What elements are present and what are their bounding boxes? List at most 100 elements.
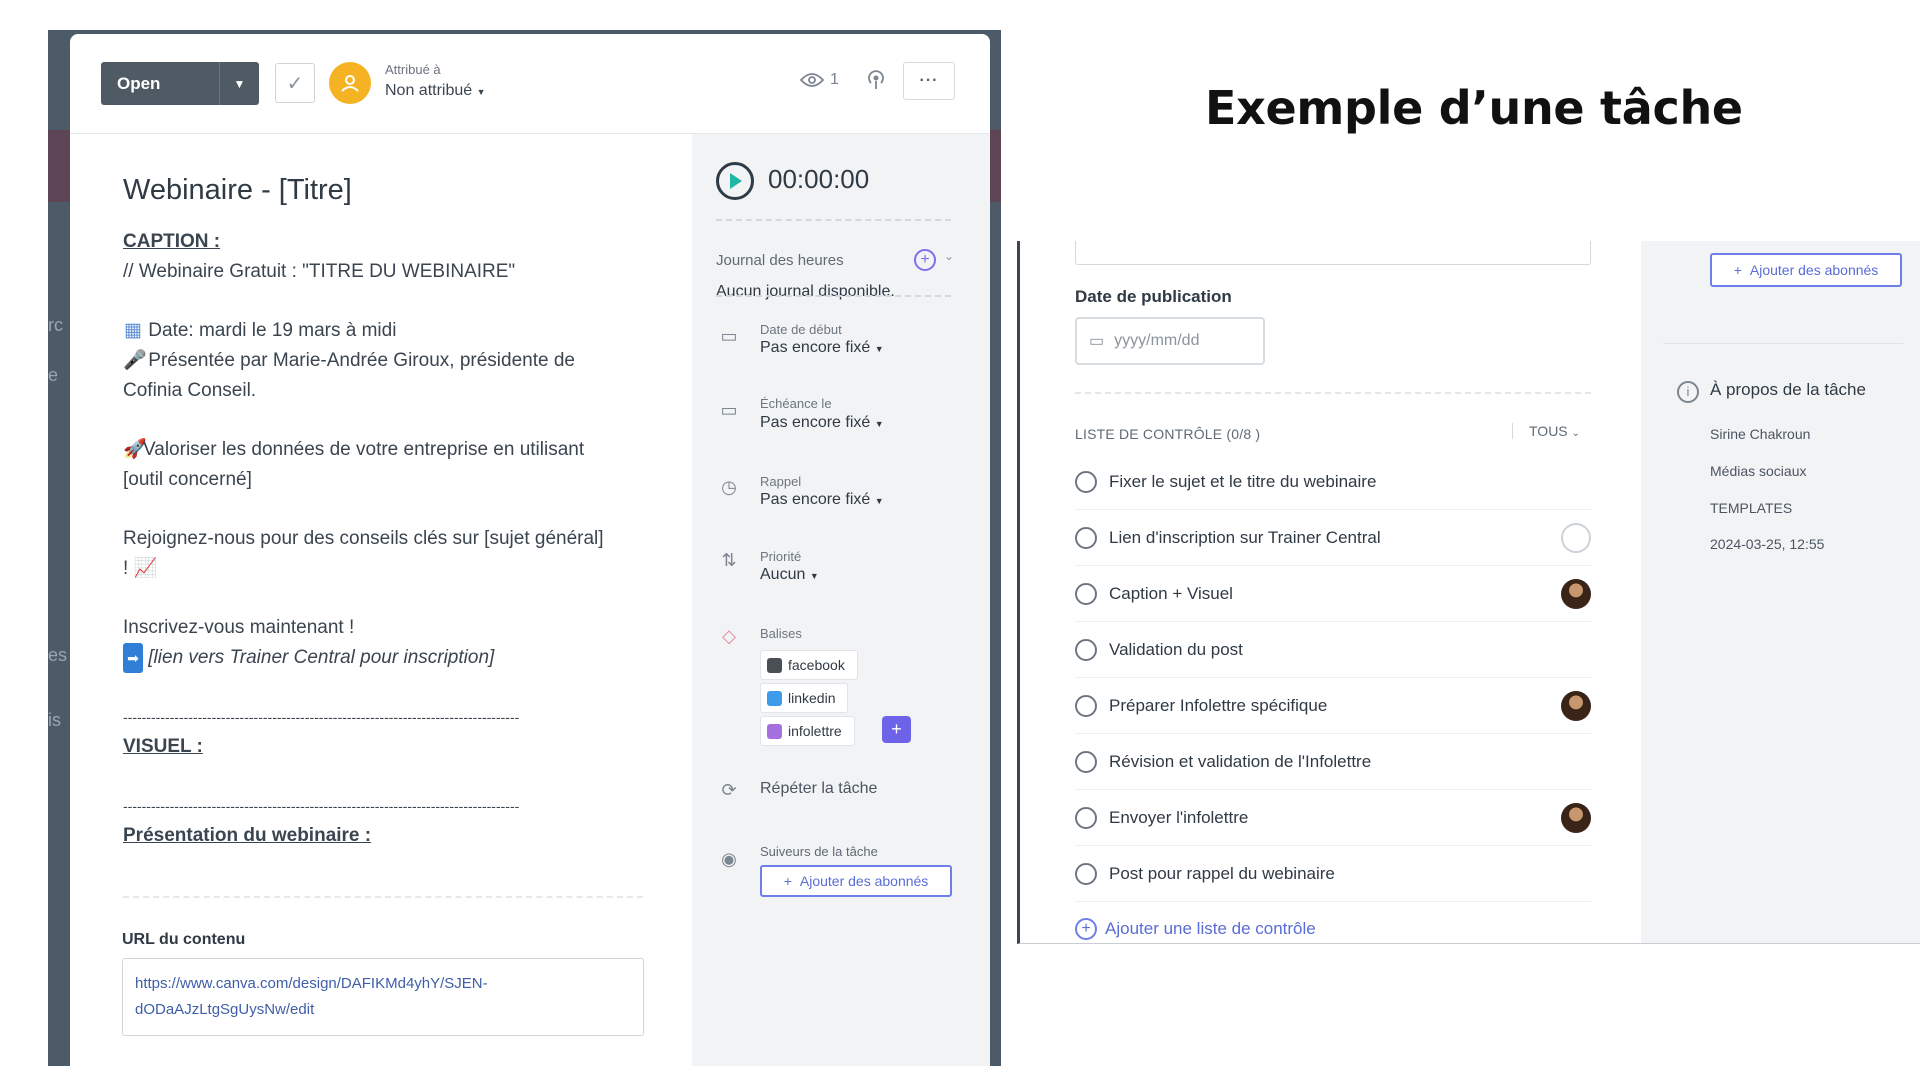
task-project: Médias sociaux	[1710, 463, 1807, 479]
add-tag-button[interactable]: +	[882, 716, 911, 743]
calendar-icon: ▭	[720, 400, 738, 420]
more-options-button[interactable]: ···	[903, 62, 955, 100]
unassigned-avatar[interactable]	[1561, 522, 1591, 553]
assignee-avatar[interactable]	[1561, 802, 1591, 833]
status-label: Open	[117, 73, 161, 93]
checklist-checkbox[interactable]	[1075, 470, 1097, 493]
checklist-checkbox[interactable]	[1075, 862, 1097, 885]
tag-color	[767, 690, 782, 706]
repeat-task-button[interactable]: Répéter la tâche	[760, 780, 877, 798]
content-url-text: https://www.canva.com/design/DAFIKMd4yhY…	[135, 975, 488, 992]
add-time-log-icon[interactable]: +	[914, 249, 936, 271]
checklist-checkbox[interactable]	[1075, 526, 1097, 549]
task-list: TEMPLATES	[1710, 500, 1793, 516]
checklist-item[interactable]: Caption + Visuel	[1075, 566, 1591, 622]
content-url-text: dODaAJzLtgSgUysNw/edit	[135, 1001, 315, 1018]
checklist-checkbox[interactable]	[1075, 638, 1097, 661]
tags-label: Balises	[760, 626, 802, 641]
checklist-header: LISTE DE CONTRÔLE (0/8 )	[1075, 426, 1261, 442]
task-created-date: 2024-03-25, 12:55	[1710, 536, 1825, 552]
chart-emoji-icon: 📈	[133, 558, 158, 579]
divider	[123, 896, 643, 898]
due-date-label: Échéance le	[760, 396, 832, 411]
task-owner: Sirine Chakroun	[1710, 426, 1811, 442]
task-detail-screenshot: rc e es is Open ▼ ✓ Attribué à Non attri…	[48, 30, 1001, 1066]
add-followers-button[interactable]: + Ajouter des abonnés	[1710, 253, 1902, 287]
checklist-item[interactable]: Préparer Infolettre spécifique	[1075, 678, 1591, 734]
ellipsis-icon: ···	[919, 72, 939, 89]
start-date-dropdown[interactable]: Pas encore fixé ▼	[760, 339, 884, 357]
watcher-count: 1	[830, 71, 839, 88]
caret-down-icon: ▼	[809, 571, 819, 581]
separator-line: ----------------------------------------…	[123, 798, 520, 814]
assignee-dropdown[interactable]: Non attribué ▼	[385, 82, 486, 100]
join-line: Rejoignez-nous pour des conseils clés su…	[123, 528, 604, 549]
task-side-panel: 00:00:00 Journal des heures + ⌄ Aucun jo…	[692, 134, 990, 1066]
checklist-checkbox[interactable]	[1075, 750, 1097, 773]
checklist-checkbox[interactable]	[1075, 806, 1097, 829]
repeat-icon: ⟳	[721, 780, 737, 800]
checklist-item[interactable]: Révision et validation de l'Infolettre	[1075, 734, 1591, 790]
assignee-avatar[interactable]	[1561, 690, 1591, 721]
assignee-avatar[interactable]	[1561, 578, 1591, 609]
add-followers-button[interactable]: + Ajouter des abonnés	[760, 865, 952, 897]
calendar-icon: ▭	[720, 326, 738, 346]
checklist-item[interactable]: Envoyer l'infolettre	[1075, 790, 1591, 846]
assignee-value: Non attribué	[385, 82, 473, 99]
checklist-item[interactable]: Lien d'inscription sur Trainer Central	[1075, 510, 1591, 566]
task-title[interactable]: Webinaire - [Titre]	[123, 174, 643, 207]
task-description[interactable]: Webinaire - [Titre] CAPTION : // Webinai…	[123, 174, 643, 851]
checklist-checkbox[interactable]	[1075, 582, 1097, 605]
broadcast-icon[interactable]	[865, 69, 887, 91]
priority-dropdown[interactable]: Aucun ▼	[760, 566, 819, 584]
info-icon: i	[1677, 381, 1699, 403]
checklist-checkbox[interactable]	[1075, 694, 1097, 717]
caret-down-icon: ▼	[874, 419, 884, 429]
checklist-item[interactable]: Fixer le sujet et le titre du webinaire	[1075, 454, 1591, 510]
content-url-field[interactable]: https://www.canva.com/design/DAFIKMd4yhY…	[122, 958, 644, 1036]
alarm-clock-icon: ◷	[721, 477, 737, 497]
timer-value: 00:00:00	[768, 164, 870, 194]
tag-color	[767, 657, 782, 673]
tag-chip[interactable]: facebook	[760, 650, 858, 680]
user-placeholder-icon	[341, 75, 359, 92]
checklist-item[interactable]: Validation du post	[1075, 622, 1591, 678]
task-card: Open ▼ ✓ Attribué à Non attribué ▼ 1 ···…	[70, 34, 990, 1066]
registration-link-line[interactable]: ➡ [lien vers Trainer Central pour inscri…	[123, 643, 643, 673]
plus-icon: +	[783, 873, 792, 889]
tag-chip[interactable]: linkedin	[760, 683, 849, 713]
publication-date-field[interactable]: ▭ yyyy/mm/dd	[1075, 317, 1265, 365]
time-log-label: Journal des heures	[716, 252, 844, 269]
divider	[1075, 392, 1591, 394]
page-title: Exemple d’une tâche	[1205, 81, 1743, 135]
add-checklist-button[interactable]: + Ajouter une liste de contrôle	[1075, 918, 1316, 940]
tag-color	[767, 723, 782, 739]
chevron-down-icon[interactable]: ⌄	[944, 249, 954, 263]
priority-label: Priorité	[760, 549, 802, 564]
assignee-avatar[interactable]	[329, 62, 371, 104]
date-line: ▦ Date: mardi le 19 mars à midi	[123, 316, 643, 346]
separator-line: ----------------------------------------…	[123, 709, 520, 725]
task-side-panel: + Ajouter des abonnés i À propos de la tâ…	[1641, 241, 1920, 943]
timer-play-button[interactable]	[716, 162, 754, 200]
checklist-item[interactable]: Post pour rappel du webinaire	[1075, 846, 1591, 902]
check-icon: ✓	[286, 72, 304, 95]
backdrop-text: e	[48, 365, 59, 385]
tag-chip[interactable]: infolettre	[760, 716, 855, 746]
assigned-label: Attribué à	[385, 62, 441, 77]
caret-down-icon: ▼	[476, 87, 486, 97]
complete-task-button[interactable]: ✓	[275, 63, 315, 103]
due-date-dropdown[interactable]: Pas encore fixé ▼	[760, 414, 884, 432]
tag-icon: ◇	[722, 626, 736, 646]
checklist-filter-dropdown[interactable]: TOUS ⌄	[1512, 423, 1580, 439]
checklist-screenshot: Date de publication ▭ yyyy/mm/dd LISTE D…	[1017, 241, 1920, 944]
divider	[716, 295, 951, 297]
watchers-button[interactable]: 1	[800, 71, 839, 89]
content-url-label: URL du contenu	[122, 931, 246, 948]
divider	[1663, 343, 1903, 344]
content-url-field[interactable]	[1075, 241, 1591, 265]
status-dropdown[interactable]: Open ▼	[101, 62, 259, 105]
reminder-dropdown[interactable]: Pas encore fixé ▼	[760, 491, 884, 509]
followers-icon: ◉	[721, 849, 737, 869]
plus-circle-icon: +	[1075, 918, 1097, 940]
